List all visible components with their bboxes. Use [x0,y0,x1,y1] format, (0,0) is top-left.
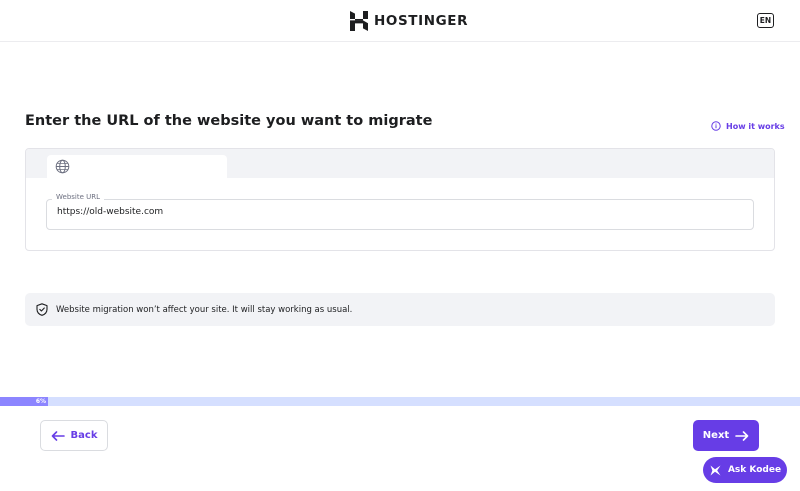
next-button-label: Next [702,430,730,441]
how-it-works-link[interactable]: How it works [711,121,785,131]
browser-tab [47,155,227,179]
language-selector-button[interactable]: EN [757,13,774,28]
hostinger-logo[interactable]: HOSTINGER [350,10,468,32]
logo-text: HOSTINGER [374,13,469,29]
globe-icon [55,159,70,174]
progress-fill: 6% [0,397,48,406]
arrow-left-icon [51,430,65,441]
notice-text: Website migration won’t affect your site… [56,304,353,315]
back-button[interactable]: Back [40,420,108,451]
page-title: Enter the URL of the website you want to… [25,113,433,129]
website-url-input[interactable] [57,207,737,217]
info-icon [711,121,721,131]
hostinger-logo-icon [350,11,368,31]
ask-kodee-button[interactable]: Ask Kodee [703,457,787,483]
back-button-label: Back [70,430,98,441]
shield-check-icon [36,303,48,316]
kodee-icon [710,465,721,475]
migration-notice: Website migration won’t affect your site… [25,293,775,326]
url-card: Website URL [25,148,775,251]
website-url-field[interactable]: Website URL [46,193,754,230]
ask-kodee-label: Ask Kodee [727,465,782,475]
website-url-label: Website URL [52,193,105,201]
progress-bar: 6% [0,397,800,406]
progress-label: 6% [35,398,46,405]
how-it-works-label: How it works [726,121,785,131]
arrow-right-icon [735,430,749,441]
next-button[interactable]: Next [693,420,759,451]
top-header: HOSTINGER EN [0,0,800,42]
browser-tab-bar [26,149,774,179]
